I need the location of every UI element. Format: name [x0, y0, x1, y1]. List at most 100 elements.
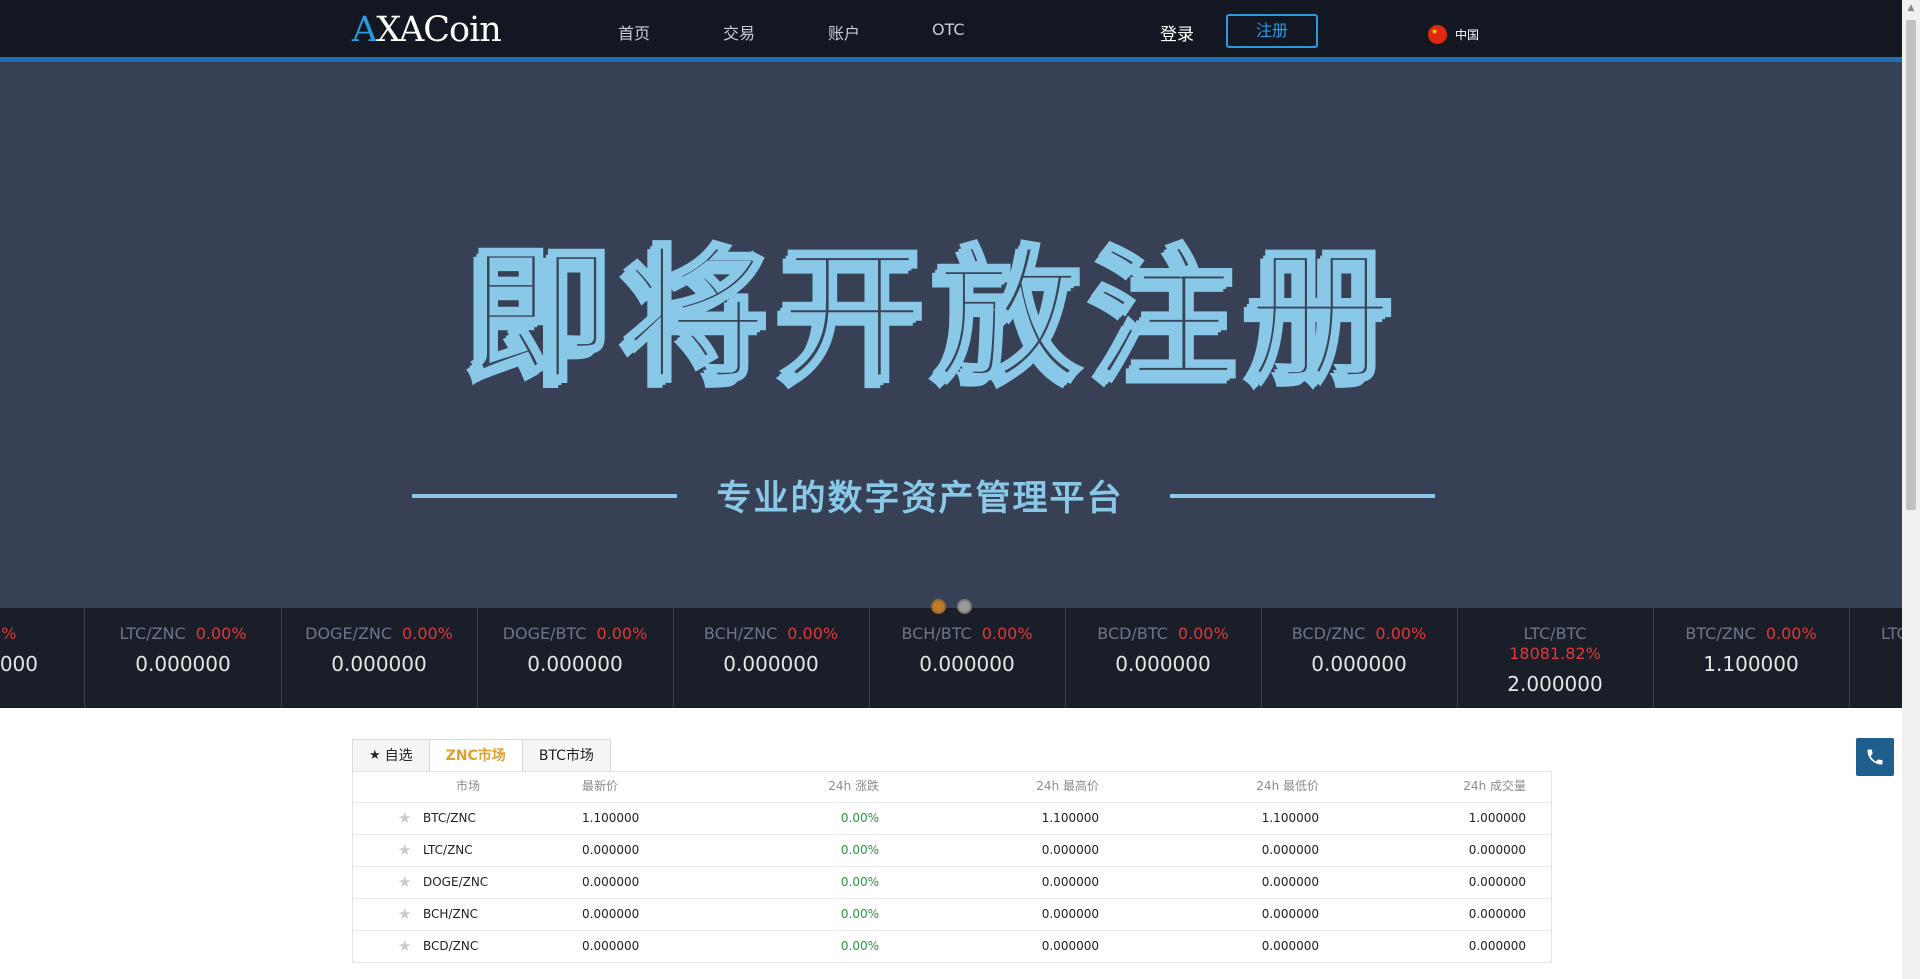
ticker-price: 0.000000 — [723, 652, 819, 676]
nav-trade[interactable]: 交易 — [723, 20, 755, 44]
page-scrollbar[interactable]: ▲ — [1902, 0, 1920, 979]
row-low: 0.000000 — [1261, 939, 1319, 953]
ticker-change: 18081.82% — [1509, 644, 1601, 663]
nav-otc[interactable]: OTC — [932, 20, 965, 39]
row-change: 0.00% — [840, 811, 879, 825]
ticker-change: 0.00% — [1177, 624, 1229, 643]
language-label: 中国 — [1455, 28, 1480, 42]
carousel-dot-active[interactable] — [931, 599, 946, 614]
carousel-dot[interactable] — [957, 599, 972, 614]
ticker-price: 0.000000 — [919, 652, 1015, 676]
ticker-price: 0.000000 — [135, 652, 231, 676]
ticker-pair: LTC/ZNC — [119, 624, 186, 643]
row-volume: 0.000000 — [1468, 939, 1526, 953]
market-table: 市场 最新价 24h 涨跌 24h 最高价 24h 最低价 24h 成交量 ★ … — [352, 771, 1552, 963]
hero-title: 即将开放注册 — [465, 230, 1403, 404]
register-button[interactable]: 注册 — [1226, 14, 1318, 48]
row-volume: 0.000000 — [1468, 875, 1526, 889]
hero-banner[interactable]: 即将开放注册 专业的数字资产管理平台 — [0, 62, 1902, 608]
ticker-pair: LTC — [1881, 624, 1902, 643]
row-change: 0.00% — [840, 843, 879, 857]
row-volume: 1.000000 — [1468, 811, 1526, 825]
row-change: 0.00% — [840, 875, 879, 889]
ticker-item[interactable]: DOGE/BTC 0.00% 0.000000 — [477, 608, 674, 708]
ticker-price: 1.100000 — [1703, 652, 1799, 676]
scrollbar-thumb[interactable] — [1906, 20, 1916, 510]
favorite-star-icon[interactable]: ★ — [398, 875, 411, 890]
row-low: 0.000000 — [1261, 843, 1319, 857]
row-price: 0.000000 — [582, 843, 640, 857]
nav-home[interactable]: 首页 — [618, 20, 650, 44]
ticker-item[interactable]: LTC — [1849, 608, 1902, 708]
ticker-item[interactable]: DOGE/ZNC 0.00% 0.000000 — [281, 608, 478, 708]
ticker-price: 000 — [0, 652, 38, 676]
column-header-volume[interactable]: 24h 成交量 — [1463, 772, 1526, 800]
column-header-change[interactable]: 24h 涨跌 — [828, 772, 879, 800]
row-volume: 0.000000 — [1468, 907, 1526, 921]
favorite-star-icon[interactable]: ★ — [398, 939, 411, 954]
ticker-item[interactable]: BCH/ZNC 0.00% 0.000000 — [673, 608, 870, 708]
row-volume: 0.000000 — [1468, 843, 1526, 857]
market-tabs: ★ 自选 ZNC市场 BTC市场 — [352, 739, 611, 772]
nav-account[interactable]: 账户 — [828, 20, 860, 44]
column-header-market[interactable]: 市场 — [393, 772, 543, 800]
ticker-pair: BCH/ZNC — [703, 624, 778, 643]
hero-divider-right — [1170, 494, 1435, 498]
favorite-star-icon[interactable]: ★ — [398, 907, 411, 922]
favorite-star-icon[interactable]: ★ — [398, 843, 411, 858]
site-logo[interactable]: AXACoin — [352, 10, 502, 50]
ticker-pair: BTC/ZNC — [1685, 624, 1756, 643]
row-low: 1.100000 — [1261, 811, 1319, 825]
column-header-low[interactable]: 24h 最低价 — [1256, 772, 1319, 800]
tab-btc-market[interactable]: BTC市场 — [521, 739, 611, 772]
ticker-item[interactable]: BCH/BTC 0.00% 0.000000 — [869, 608, 1066, 708]
row-high: 0.000000 — [1041, 875, 1099, 889]
row-low: 0.000000 — [1261, 875, 1319, 889]
language-selector[interactable]: ★ 中国 — [1428, 25, 1479, 44]
ticker-change: 0.00% — [981, 624, 1033, 643]
row-pair: DOGE/ZNC — [423, 875, 489, 889]
price-ticker: 0.00% 000 LTC/ZNC 0.00% 0.000000 DOGE/ZNC… — [0, 608, 1902, 708]
ticker-change: 0.00% — [0, 624, 17, 643]
table-row[interactable]: ★ LTC/ZNC 0.000000 0.00% 0.000000 0.0000… — [353, 835, 1551, 867]
row-pair: LTC/ZNC — [423, 843, 473, 857]
row-high: 0.000000 — [1041, 843, 1099, 857]
row-low: 0.000000 — [1261, 907, 1319, 921]
ticker-change: 0.00% — [1375, 624, 1427, 643]
column-header-high[interactable]: 24h 最高价 — [1036, 772, 1099, 800]
favorite-star-icon[interactable]: ★ — [398, 811, 411, 826]
row-price: 0.000000 — [582, 907, 640, 921]
ticker-pair: BCH/BTC — [901, 624, 972, 643]
ticker-item[interactable]: LTC/BTC 18081.82% 2.000000 — [1457, 608, 1654, 708]
row-high: 0.000000 — [1041, 907, 1099, 921]
login-link[interactable]: 登录 — [1160, 20, 1194, 45]
ticker-item[interactable]: BCD/ZNC 0.00% 0.000000 — [1261, 608, 1458, 708]
ticker-item[interactable]: BTC/ZNC 0.00% 1.100000 — [1653, 608, 1850, 708]
tab-znc-market[interactable]: ZNC市场 — [428, 739, 523, 772]
ticker-item[interactable]: 0.00% 000 — [0, 608, 85, 708]
ticker-price: 0.000000 — [527, 652, 623, 676]
table-row[interactable]: ★ BCD/ZNC 0.000000 0.00% 0.000000 0.0000… — [353, 931, 1551, 962]
table-row[interactable]: ★ BCH/ZNC 0.000000 0.00% 0.000000 0.0000… — [353, 899, 1551, 931]
table-row[interactable]: ★ BTC/ZNC 1.100000 0.00% 1.100000 1.1000… — [353, 803, 1551, 835]
ticker-pair: LTC/BTC — [1523, 624, 1587, 643]
column-header-price[interactable]: 最新价 — [582, 772, 618, 800]
ticker-price: 0.000000 — [1311, 652, 1407, 676]
phone-contact-button[interactable] — [1856, 738, 1894, 776]
phone-icon — [1867, 749, 1883, 765]
row-price: 1.100000 — [582, 811, 640, 825]
row-price: 0.000000 — [582, 939, 640, 953]
ticker-pair: BCD/BTC — [1097, 624, 1168, 643]
logo-letter-a: A — [352, 10, 377, 50]
top-navbar: AXACoin 首页 交易 账户 OTC 登录 注册 ★ 中国 — [0, 0, 1902, 62]
hero-subtitle: 专业的数字资产管理平台 — [716, 478, 1124, 519]
row-high: 1.100000 — [1041, 811, 1099, 825]
hero-divider-left — [412, 494, 677, 498]
table-row[interactable]: ★ DOGE/ZNC 0.000000 0.00% 0.000000 0.000… — [353, 867, 1551, 899]
row-price: 0.000000 — [582, 875, 640, 889]
ticker-change: 0.00% — [402, 624, 453, 643]
ticker-item[interactable]: BCD/BTC 0.00% 0.000000 — [1065, 608, 1262, 708]
ticker-item[interactable]: LTC/ZNC 0.00% 0.000000 — [85, 608, 282, 708]
tab-favorites[interactable]: ★ 自选 — [352, 739, 430, 772]
scroll-up-arrow-icon[interactable]: ▲ — [1902, 0, 1920, 17]
